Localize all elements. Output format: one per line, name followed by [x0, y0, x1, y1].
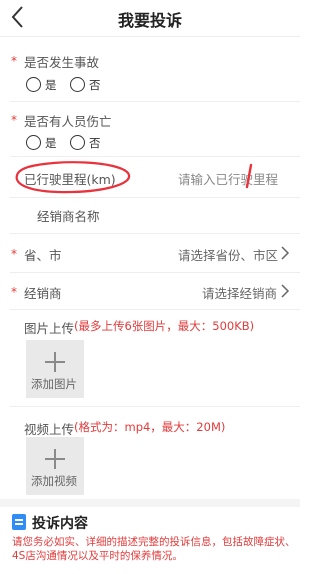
video-upload-label: 视频上传 [24, 422, 75, 437]
injury-no-label[interactable]: 否 [89, 135, 101, 151]
required-mark: * [11, 285, 17, 299]
accident-label: 是否发生事故 [24, 55, 100, 70]
province-label: 省、市 [24, 248, 62, 263]
add-image-button[interactable]: 添加图片 [26, 340, 84, 398]
dealer-select[interactable]: 请选择经销商 [202, 283, 277, 302]
section-gap [0, 499, 300, 507]
plus-icon [54, 352, 56, 372]
province-row[interactable]: * 省、市 请选择省份、市区 [0, 234, 300, 272]
chevron-right-icon[interactable] [280, 284, 290, 298]
accident-no-radio[interactable] [70, 77, 85, 92]
dealer-name-row[interactable]: 经销商名称 [0, 198, 300, 232]
required-mark: * [11, 113, 17, 127]
required-mark: * [11, 247, 17, 261]
page-title: 我要投诉 [117, 11, 182, 30]
province-select[interactable]: 请选择省份、市区 [178, 245, 278, 264]
add-video-button[interactable]: 添加视频 [26, 437, 84, 495]
injury-yes-label[interactable]: 是 [45, 135, 57, 151]
injury-yes-radio[interactable] [26, 135, 41, 150]
complaint-notice: 请您务必如实、详细的描述完整的投诉信息，包括故障症状、4S店沟通情况以及平时的保… [12, 536, 296, 562]
document-icon-line [15, 523, 23, 525]
complaint-section-title: 投诉内容 [32, 516, 88, 532]
injury-label: 是否有人员伤亡 [24, 114, 112, 129]
dealer-label: 经销商 [24, 286, 62, 301]
accident-no-label[interactable]: 否 [89, 77, 101, 93]
injury-no-radio[interactable] [70, 135, 85, 150]
image-upload-hint: (最多上传6张图片，最大：500KB) [74, 319, 255, 333]
video-upload-section: 视频上传 (格式为：mp4，最大：20M) 添加视频 [0, 407, 300, 497]
mileage-row[interactable]: 已行驶里程(km) 请输入已行驶里程 [0, 157, 300, 197]
dealer-name-label: 经销商名称 [37, 209, 100, 224]
image-upload-label: 图片上传 [24, 321, 75, 336]
hand-drawn-stroke-annotation [245, 163, 253, 189]
mileage-input[interactable]: 请输入已行驶里程 [178, 169, 278, 188]
document-icon [12, 514, 26, 530]
injury-row: * 是否有人员伤亡 是 否 [0, 102, 300, 156]
accident-row: * 是否发生事故 是 否 [0, 37, 300, 101]
video-upload-hint: (格式为：mp4，最大：20M) [74, 420, 226, 434]
chevron-right-icon[interactable] [280, 246, 290, 260]
dealer-row[interactable]: * 经销商 请选择经销商 [0, 273, 300, 309]
plus-icon [54, 449, 56, 469]
required-mark: * [11, 54, 17, 68]
accident-yes-radio[interactable] [26, 77, 41, 92]
add-image-label: 添加图片 [31, 377, 77, 391]
add-video-label: 添加视频 [31, 474, 77, 488]
header-bar: 我要投诉 [0, 0, 300, 36]
accident-yes-label[interactable]: 是 [45, 77, 57, 93]
hand-drawn-circle-annotation [15, 161, 131, 194]
document-icon-line [15, 519, 23, 521]
image-upload-section: 图片上传 (最多上传6张图片，最大：500KB) 添加图片 [0, 310, 300, 406]
